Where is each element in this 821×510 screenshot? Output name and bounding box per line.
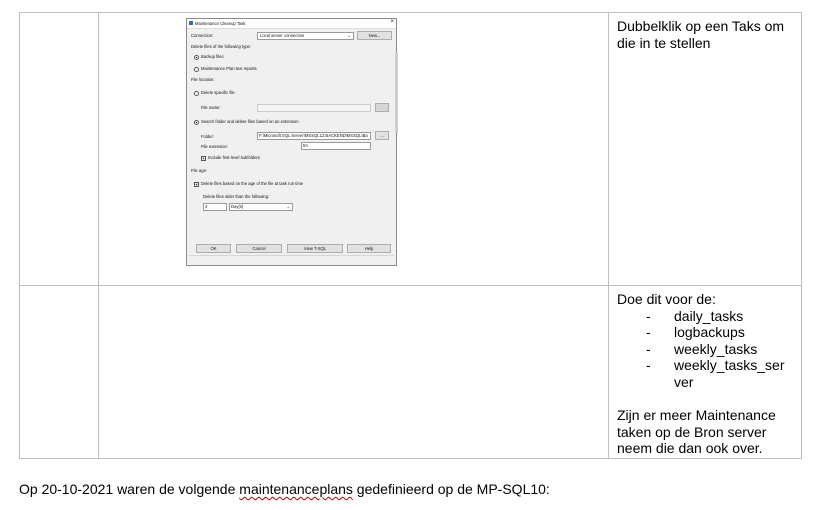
file-name-input[interactable] — [257, 104, 371, 112]
table-cell-tasks: Doe dit voor de: - daily_tasks - logbackup… — [608, 285, 802, 459]
chevron-down-icon: ⌄ — [286, 204, 290, 209]
list-item: - logbackups — [617, 324, 793, 341]
age-number-stepper[interactable]: 4 — [203, 203, 227, 211]
table-cell-instruction: Dubbelklik op een Taks om die in te stel… — [608, 12, 802, 286]
task-name: weekly_tasks_server — [674, 357, 785, 390]
reports-radio[interactable] — [194, 67, 199, 72]
file-age-label: File age: — [191, 168, 208, 173]
delete-specific-radio[interactable] — [194, 91, 199, 96]
instruction-text: Dubbelklik op een Taks om die in te stel… — [617, 18, 785, 51]
table-cell-empty — [19, 285, 99, 459]
file-extension-input[interactable]: trn — [301, 142, 371, 150]
footer-text-before: Op 20-10-2021 waren de volgende — [19, 481, 240, 497]
file-browse-button[interactable] — [375, 103, 389, 112]
include-subfolders-checkbox[interactable] — [201, 156, 206, 161]
age-number-value: 4 — [205, 204, 208, 209]
divider — [189, 255, 394, 256]
folder-label: Folder: — [201, 134, 215, 139]
list-item: - daily_tasks — [617, 308, 793, 325]
age-unit-value: Day(s) — [231, 204, 244, 209]
ok-button[interactable]: OK — [196, 244, 231, 253]
spelling-error-word: maintenanceplans — [239, 481, 353, 497]
age-unit-select[interactable]: Day(s) ⌄ — [229, 203, 293, 211]
list-dash: - — [646, 340, 651, 357]
table-cell-empty — [98, 285, 609, 459]
search-folder-label: Search folder and delete files based on … — [201, 119, 299, 124]
table-cell-empty — [19, 12, 99, 286]
connection-value: Local server connection — [260, 33, 305, 38]
file-location-label: File location: — [191, 77, 215, 82]
file-name-label: File name: — [201, 105, 221, 110]
connection-label: Connection: — [191, 33, 214, 38]
dialog-title: Maintenance Cleanup Task — [195, 21, 246, 26]
maintenance-cleanup-dialog-screenshot: Maintenance Cleanup Task × Connection: L… — [186, 18, 397, 266]
cancel-button[interactable]: Cancel — [236, 244, 282, 253]
delete-specific-label: Delete specific file — [201, 90, 235, 95]
list-item: - weekly_tasks — [617, 341, 793, 358]
folder-browse-button[interactable]: ... — [375, 131, 389, 140]
footer-text-after: gedefinieerd op de MP-SQL10: — [352, 481, 550, 497]
delete-files-label: Delete files of the following type: — [191, 44, 252, 49]
document-table: Maintenance Cleanup Task × Connection: L… — [19, 12, 802, 459]
file-extension-label: File extension: — [201, 144, 228, 149]
list-item: - weekly_tasks_server — [617, 357, 788, 390]
tasks-intro: Doe dit voor de: — [617, 291, 716, 307]
table-row: Doe dit voor de: - daily_tasks - logbackup… — [19, 285, 802, 459]
task-name: logbackups — [674, 324, 745, 340]
reports-label: Maintenance Plan text reports — [201, 66, 257, 71]
table-row: Maintenance Cleanup Task × Connection: L… — [19, 12, 802, 286]
footer-sentence: Op 20-10-2021 waren de volgende maintena… — [19, 481, 550, 497]
include-subfolders-label: Include first-level subfolders — [208, 155, 260, 160]
backup-files-label: Backup files — [201, 54, 224, 59]
list-dash: - — [646, 357, 651, 373]
task-list: - daily_tasks - logbackups - weekly_tasks -… — [617, 308, 793, 391]
chevron-down-icon: ⌄ — [347, 33, 351, 38]
connection-select[interactable]: Local server connection ⌄ — [257, 32, 354, 40]
folder-input[interactable]: F:\Microsoft SQL Server\MSSQL12.BACKEND\… — [257, 132, 371, 140]
task-name: weekly_tasks — [674, 340, 758, 357]
search-folder-radio[interactable] — [194, 120, 199, 125]
note-text: Zijn er meer Maintenance taken op de Bro… — [617, 407, 776, 456]
close-icon[interactable]: × — [390, 19, 394, 25]
app-icon — [189, 21, 193, 25]
older-than-label: Delete files older than the following: — [203, 194, 270, 199]
dialog-titlebar: Maintenance Cleanup Task × — [187, 19, 396, 29]
backup-files-radio[interactable] — [194, 55, 199, 60]
delete-by-age-checkbox[interactable] — [194, 182, 199, 187]
list-dash: - — [646, 307, 651, 324]
new-button[interactable]: New... — [357, 31, 392, 40]
folder-value: F:\Microsoft SQL Server\MSSQL12.BACKEND\… — [259, 133, 368, 138]
background-window-edge — [395, 53, 398, 133]
task-name: daily_tasks — [674, 307, 744, 324]
table-cell-screenshot: Maintenance Cleanup Task × Connection: L… — [98, 12, 609, 286]
help-button[interactable]: Help — [347, 244, 391, 253]
view-tsql-button[interactable]: View T-SQL — [287, 244, 343, 253]
list-dash: - — [646, 324, 651, 340]
delete-by-age-label: Delete files based on the age of the fil… — [201, 181, 304, 186]
file-extension-value: trn — [303, 143, 308, 148]
